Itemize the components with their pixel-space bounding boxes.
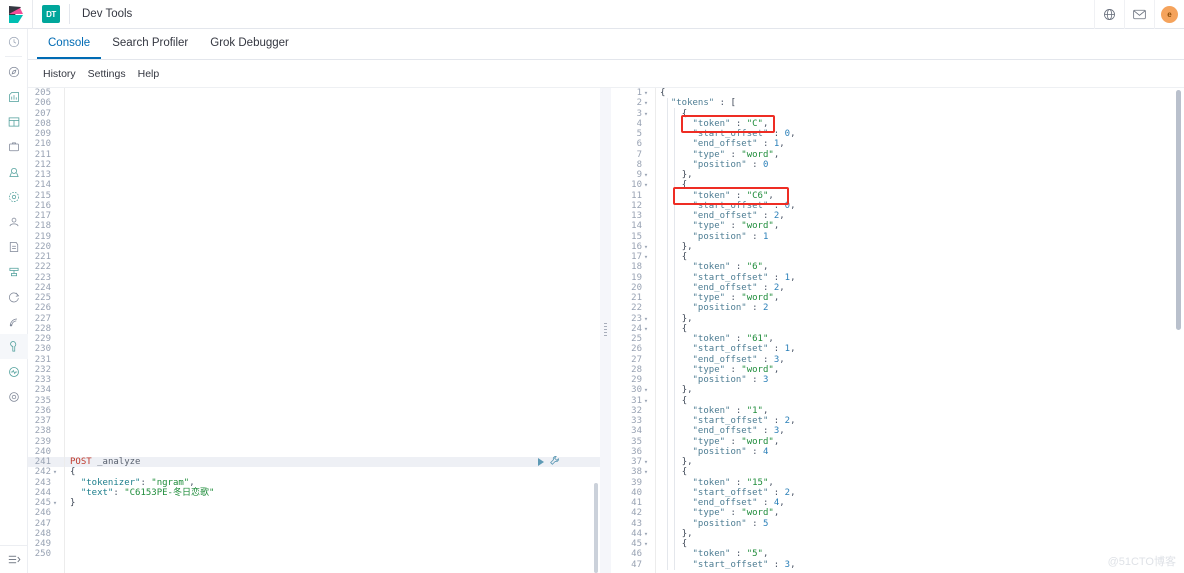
- sidebar-item-management[interactable]: [0, 384, 28, 409]
- request-editor[interactable]: 205 206 207 208 209 210 211 212 213 214 215 216 217 2…: [28, 88, 600, 573]
- editor-line-numbers: 205 206 207 208 209 210 211 212 213 214 215 216 217 2…: [34, 88, 58, 560]
- app-badge-icon: DT: [42, 5, 60, 23]
- output-code-text: { "tokens" : [ { "token" : "C", "start_o…: [660, 88, 796, 570]
- run-request-button[interactable]: [538, 458, 544, 467]
- editor-code-text[interactable]: POST _analyze{ "tokenizer": "ngram", "te…: [70, 88, 214, 573]
- avatar-wrapper[interactable]: e: [1154, 0, 1184, 29]
- response-editor[interactable]: 1 ▾ 2 ▾ 3 ▾ 4 5 6 7 8 9 ▾ 10 ▾ 11 12 13 14 15 16 ▾ 17 ▾ 18 19 20 21…: [611, 88, 1184, 573]
- top-header-bar: DT Dev Tools e: [0, 0, 1184, 29]
- collapse-sidebar-icon[interactable]: [0, 545, 28, 573]
- sidebar-item-monitoring[interactable]: [0, 359, 28, 384]
- response-output-pane[interactable]: 1 ▾ 2 ▾ 3 ▾ 4 5 6 7 8 9 ▾ 10 ▾ 11 12 13 14 15 16 ▾ 17 ▾ 18 19 20 21…: [611, 88, 1184, 573]
- sidebar-item-maps[interactable]: [0, 159, 28, 184]
- kibana-logo[interactable]: [0, 0, 32, 29]
- sidebar-item-dev-tools[interactable]: [0, 334, 28, 359]
- sidebar-item-machine-learning[interactable]: [0, 184, 28, 209]
- submenu-item-help[interactable]: Help: [132, 68, 166, 80]
- globe-icon[interactable]: [1094, 0, 1124, 29]
- mail-icon[interactable]: [1124, 0, 1154, 29]
- splitter-grip-icon[interactable]: [604, 323, 607, 338]
- sidebar-item-infrastructure[interactable]: [0, 209, 28, 234]
- request-options-wrench-icon[interactable]: [549, 455, 560, 469]
- panel-splitter[interactable]: [600, 88, 611, 573]
- sidebar-item-visualize[interactable]: [0, 84, 28, 109]
- app-title: Dev Tools: [82, 8, 133, 20]
- tab-grok-debugger[interactable]: Grok Debugger: [199, 28, 300, 59]
- left-nav-rail: [0, 29, 28, 573]
- watermark: @51CTO博客: [1107, 556, 1176, 568]
- output-vertical-scrollbar[interactable]: [1176, 90, 1181, 330]
- app-badge-separator: [69, 4, 70, 24]
- header-right-actions: e: [1094, 0, 1184, 29]
- tab-bar: Console Search Profiler Grok Debugger: [28, 29, 1184, 60]
- sidebar-item-apm[interactable]: [0, 259, 28, 284]
- rail-separator: [5, 56, 22, 57]
- sidebar-item-uptime[interactable]: [0, 284, 28, 309]
- avatar[interactable]: e: [1161, 5, 1178, 23]
- submenu-item-settings[interactable]: Settings: [82, 68, 132, 80]
- editor-vertical-scrollbar[interactable]: [594, 483, 598, 573]
- sidebar-item-logs[interactable]: [0, 234, 28, 259]
- editor-run-actions[interactable]: [538, 455, 600, 469]
- console-submenu: History Settings Help: [28, 61, 1184, 88]
- submenu-item-history[interactable]: History: [37, 68, 82, 80]
- sidebar-item-recently-viewed[interactable]: [0, 29, 28, 54]
- console-body: 205 206 207 208 209 210 211 212 213 214 215 216 217 2…: [28, 88, 1184, 573]
- header-divider: [32, 0, 33, 29]
- output-gutter-rule: [655, 88, 656, 573]
- sidebar-item-canvas[interactable]: [0, 134, 28, 159]
- output-line-numbers: 1 ▾ 2 ▾ 3 ▾ 4 5 6 7 8 9 ▾ 10 ▾ 11 12 13 14 15 16 ▾ 17 ▾ 18 19 20 21…: [631, 88, 649, 570]
- editor-gutter-rule: [64, 88, 65, 573]
- sidebar-item-discover[interactable]: [0, 59, 28, 84]
- request-editor-pane[interactable]: 205 206 207 208 209 210 211 212 213 214 215 216 217 2…: [28, 88, 600, 573]
- sidebar-item-dashboard[interactable]: [0, 109, 28, 134]
- tab-search-profiler[interactable]: Search Profiler: [101, 28, 199, 59]
- tab-console[interactable]: Console: [37, 28, 102, 59]
- sidebar-item-siem[interactable]: [0, 309, 28, 334]
- dev-tools-console-page: DT Dev Tools e Console Search Profiler G…: [0, 0, 1184, 573]
